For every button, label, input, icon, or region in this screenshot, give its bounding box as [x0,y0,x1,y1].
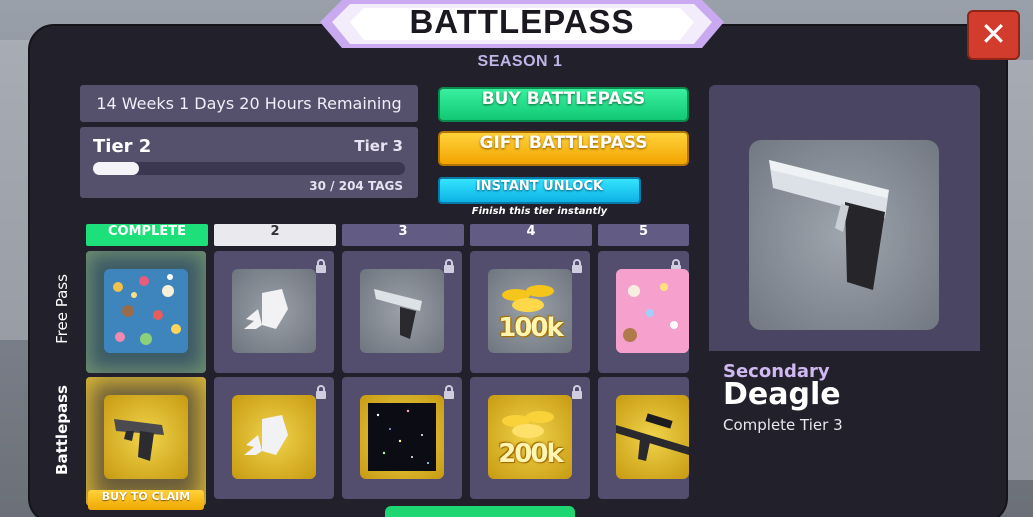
free-reward-tier-5[interactable] [598,251,689,373]
buy-battlepass-button[interactable]: BUY BATTLEPASS [438,87,689,122]
pink-pattern-icon [616,269,689,353]
reward-requirement: Complete Tier 3 [723,416,843,434]
coin-amount: 100k [498,313,564,343]
tier-progress-box: Tier 2 Tier 3 30 / 204 TAGS [80,127,418,198]
coin-stack-icon: 200k [488,395,572,479]
winged-fist-icon [232,395,316,479]
tier-header-4: 4 [470,224,592,246]
next-tier-label: Tier 3 [354,137,403,155]
deagle-gun-icon [749,140,939,330]
gift-battlepass-button[interactable]: GIFT BATTLEPASS [438,131,689,166]
bp-reward-tier-3[interactable] [342,377,462,499]
tags-progress: 30 / 204 TAGS [309,179,403,193]
buy-to-claim-button[interactable]: BUY TO CLAIM [88,490,204,510]
lock-icon [444,385,454,399]
lock-icon [316,259,326,273]
lock-icon [316,385,326,399]
title-banner: BATTLEPASS [320,0,724,50]
reward-info: Secondary Deagle Complete Tier 3 [709,351,980,492]
bp-reward-tier-4[interactable]: 200k [470,377,590,499]
reward-preview: Secondary Deagle Complete Tier 3 [709,85,980,492]
free-reward-tier-1[interactable] [86,251,206,373]
tier-progress-bar [93,162,405,175]
background-scene-right [1005,60,1033,480]
tier-progress-fill [93,162,139,175]
sticker-pattern-icon [104,269,188,353]
current-tier-label: Tier 2 [93,136,152,157]
free-reward-tier-4[interactable]: 100k [470,251,590,373]
tier-header-5: 5 [598,224,689,246]
deagle-gun-icon [360,269,444,353]
bp-reward-tier-1[interactable]: BUY TO CLAIM [86,377,206,510]
coin-amount: 200k [498,439,564,469]
free-reward-tier-2[interactable] [214,251,334,373]
bp-reward-tier-5[interactable] [598,377,689,499]
lock-icon [572,259,582,273]
lock-icon [444,259,454,273]
reward-name: Deagle [723,377,841,412]
bottom-action-button[interactable] [385,506,575,517]
instant-unlock-button[interactable]: INSTANT UNLOCK [438,177,641,204]
free-reward-tier-3[interactable] [342,251,462,373]
free-pass-row-label: Free Pass [53,274,71,344]
pistol-gun-icon [104,395,188,479]
lock-icon [572,385,582,399]
battlepass-row-label: Battlepass [53,385,71,475]
bp-reward-tier-2[interactable] [214,377,334,499]
winged-fist-icon [232,269,316,353]
season-label: SEASON 1 [477,53,563,70]
time-remaining: 14 Weeks 1 Days 20 Hours Remaining [80,85,418,122]
coin-stack-icon: 100k [488,269,572,353]
page-title: BATTLEPASS [409,3,635,40]
close-button[interactable]: ✕ [967,10,1020,60]
instant-unlock-caption: Finish this tier instantly [471,206,608,217]
tier-header-2: 2 [214,224,336,246]
sniper-rifle-icon [616,395,689,479]
tier-header-3: 3 [342,224,464,246]
galaxy-pattern-icon [360,395,444,479]
tier-header-complete: COMPLETE [86,224,208,246]
